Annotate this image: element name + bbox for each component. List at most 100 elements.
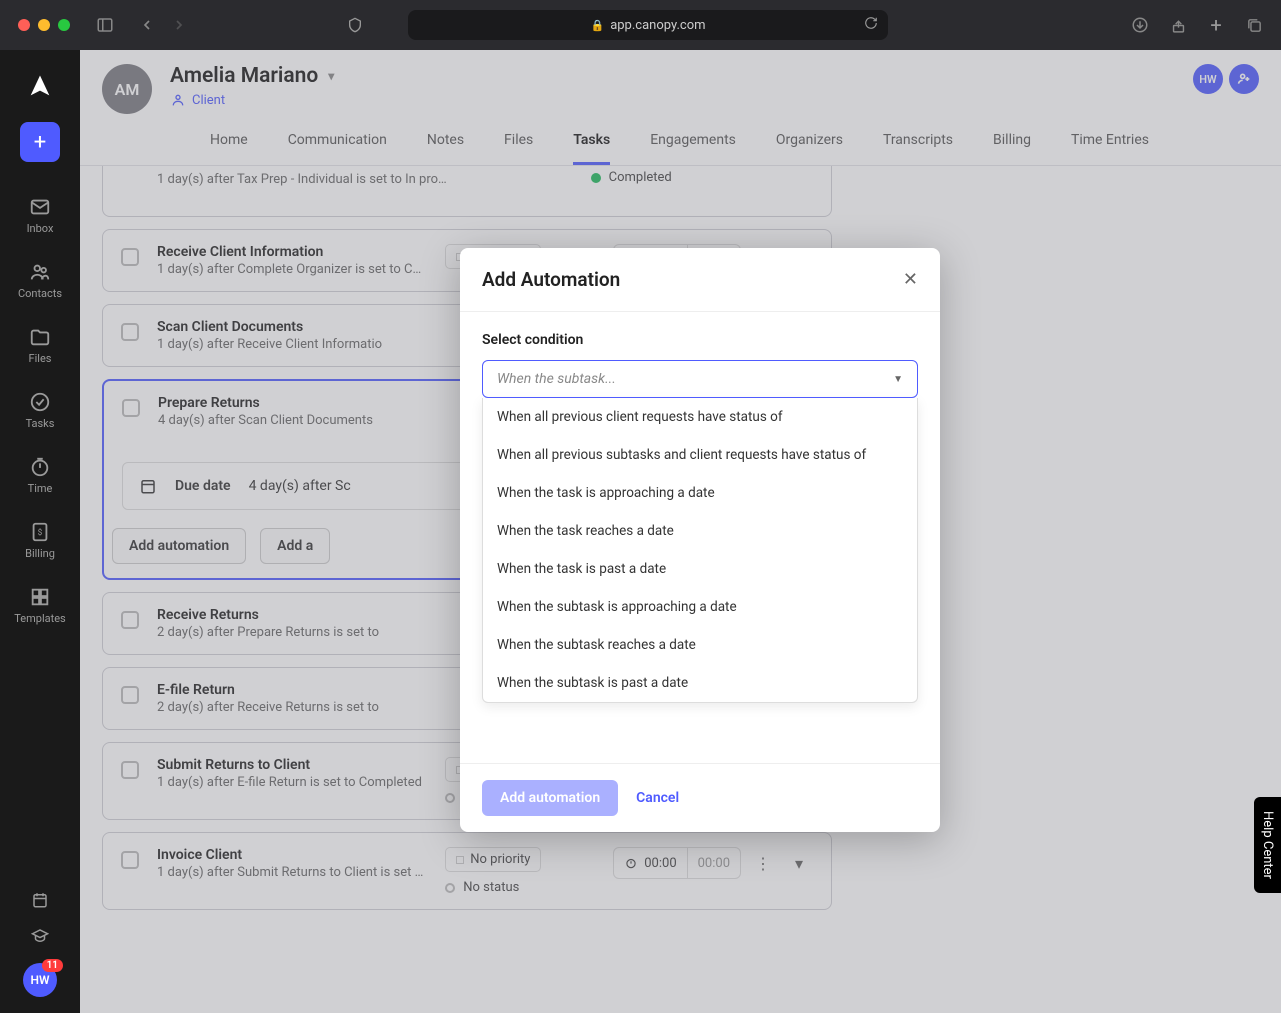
tab-engagements[interactable]: Engagements xyxy=(650,132,736,165)
chevron-down-icon[interactable]: ▾ xyxy=(785,849,813,877)
task-checkbox[interactable] xyxy=(121,851,139,869)
client-avatar: AM xyxy=(102,64,152,114)
sidebar-item-tasks[interactable]: Tasks xyxy=(0,381,80,440)
task-status: Completed xyxy=(609,170,672,185)
condition-dropdown: When all previous client requests have s… xyxy=(482,398,918,703)
sidebar-item-contacts[interactable]: Contacts xyxy=(0,251,80,310)
task-subtext: 1 day(s) after Submit Returns to Client … xyxy=(157,865,427,880)
more-menu-icon[interactable]: ⋮ xyxy=(749,849,777,877)
url-text: app.canopy.com xyxy=(610,18,705,33)
task-subtext: 1 day(s) after Tax Prep - Individual is … xyxy=(157,172,573,187)
close-icon[interactable]: ✕ xyxy=(903,269,918,290)
priority-chip[interactable]: No priority xyxy=(445,847,541,872)
task-checkbox[interactable] xyxy=(121,761,139,779)
traffic-lights xyxy=(18,19,70,31)
maximize-window[interactable] xyxy=(58,19,70,31)
tab-home[interactable]: Home xyxy=(210,132,248,165)
caret-down-icon: ▼ xyxy=(893,374,903,385)
tab-tasks[interactable]: Tasks xyxy=(573,132,610,165)
modal-add-button[interactable]: Add automation xyxy=(482,780,618,816)
modal-cancel-button[interactable]: Cancel xyxy=(636,790,679,806)
task-checkbox[interactable] xyxy=(121,686,139,704)
add-automation-modal: Add Automation ✕ Select condition When t… xyxy=(460,248,940,832)
tab-time-entries[interactable]: Time Entries xyxy=(1071,132,1149,165)
sidebar-item-time[interactable]: Time xyxy=(0,446,80,505)
nav-forward-icon[interactable] xyxy=(170,16,188,34)
tab-organizers[interactable]: Organizers xyxy=(776,132,843,165)
client-type: Client xyxy=(192,93,225,108)
dropdown-option[interactable]: When the subtask is approaching a date xyxy=(483,588,917,626)
sidebar-label: Tasks xyxy=(26,417,55,430)
sidebar-toggle-icon[interactable] xyxy=(96,16,114,34)
add-assignee-button[interactable] xyxy=(1229,64,1259,94)
main-content: AM Amelia Mariano ▾ Client HW Home xyxy=(80,50,1281,1013)
sidebar-label: Billing xyxy=(25,547,55,560)
svg-text:$: $ xyxy=(38,527,43,538)
education-icon[interactable] xyxy=(31,927,49,945)
select-placeholder: When the subtask... xyxy=(497,371,616,387)
sidebar-item-billing[interactable]: $ Billing xyxy=(0,511,80,570)
task-status: No status xyxy=(463,880,519,895)
task-checkbox[interactable] xyxy=(122,399,140,417)
add-button[interactable]: + xyxy=(20,122,60,162)
person-icon xyxy=(170,92,186,108)
dropdown-option[interactable]: When the subtask reaches a date xyxy=(483,626,917,664)
dropdown-option[interactable]: When the subtask is past a date xyxy=(483,664,917,702)
condition-select[interactable]: When the subtask... ▼ xyxy=(482,360,918,398)
minimize-window[interactable] xyxy=(38,19,50,31)
task-row[interactable]: Invoice Client 1 day(s) after Submit Ret… xyxy=(102,832,832,910)
task-title: Receive Client Information xyxy=(157,244,427,260)
close-window[interactable] xyxy=(18,19,30,31)
sidebar-item-files[interactable]: Files xyxy=(0,316,80,375)
modal-field-label: Select condition xyxy=(482,332,918,348)
chevron-down-icon[interactable]: ▾ xyxy=(328,69,334,83)
task-subtext: 1 day(s) after Complete Organizer is set… xyxy=(157,262,427,277)
sidebar-item-inbox[interactable]: Inbox xyxy=(0,186,80,245)
download-icon[interactable] xyxy=(1131,16,1149,34)
tab-notes[interactable]: Notes xyxy=(427,132,464,165)
client-tabs: Home Communication Notes Files Tasks Eng… xyxy=(80,114,1281,166)
calendar-icon[interactable] xyxy=(31,891,49,909)
client-name: Amelia Mariano xyxy=(170,64,318,88)
dropdown-option[interactable]: When the task is approaching a date xyxy=(483,474,917,512)
task-checkbox[interactable] xyxy=(121,248,139,266)
help-center-tab[interactable]: Help Center xyxy=(1254,797,1281,893)
task-title: Submit Returns to Client xyxy=(157,757,427,773)
shield-icon[interactable] xyxy=(346,16,364,34)
task-checkbox[interactable] xyxy=(121,323,139,341)
status-dot-icon xyxy=(445,883,455,893)
dropdown-option[interactable]: When all previous client requests have s… xyxy=(483,398,917,436)
dropdown-option[interactable]: When the task reaches a date xyxy=(483,512,917,550)
task-subtext: 1 day(s) after E-file Return is set to C… xyxy=(157,775,427,790)
tabs-overview-icon[interactable] xyxy=(1245,16,1263,34)
app-logo[interactable] xyxy=(22,68,58,104)
refresh-icon[interactable] xyxy=(864,16,878,34)
modal-title: Add Automation xyxy=(482,268,620,291)
tab-files[interactable]: Files xyxy=(504,132,533,165)
nav-back-icon[interactable] xyxy=(138,16,156,34)
task-row[interactable]: 1 day(s) after Tax Prep - Individual is … xyxy=(102,166,832,217)
tab-communication[interactable]: Communication xyxy=(288,132,387,165)
dropdown-option[interactable]: When all previous subtasks and client re… xyxy=(483,436,917,474)
user-avatar[interactable]: HW 11 xyxy=(23,963,57,997)
add-automation-button[interactable]: Add automation xyxy=(112,528,246,564)
status-dot-icon xyxy=(445,793,455,803)
calendar-icon xyxy=(139,477,157,495)
assignee-avatar[interactable]: HW xyxy=(1193,64,1223,94)
sidebar-label: Contacts xyxy=(18,287,62,300)
task-checkbox[interactable] xyxy=(121,611,139,629)
address-bar[interactable]: 🔒 app.canopy.com xyxy=(408,10,888,40)
tab-billing[interactable]: Billing xyxy=(993,132,1031,165)
time-tracker[interactable]: 00:00 00:00 xyxy=(613,847,741,879)
add-button-secondary[interactable]: Add a xyxy=(260,528,330,564)
lock-icon: 🔒 xyxy=(590,19,604,32)
sidebar-label: Time xyxy=(28,482,53,495)
dropdown-option[interactable]: When the task is past a date xyxy=(483,550,917,588)
share-icon[interactable] xyxy=(1169,16,1187,34)
stopwatch-icon xyxy=(624,856,638,870)
task-title: Invoice Client xyxy=(157,847,427,863)
status-dot-icon xyxy=(591,173,601,183)
new-tab-icon[interactable]: + xyxy=(1207,16,1225,34)
tab-transcripts[interactable]: Transcripts xyxy=(883,132,953,165)
sidebar-item-templates[interactable]: Templates xyxy=(0,576,80,635)
